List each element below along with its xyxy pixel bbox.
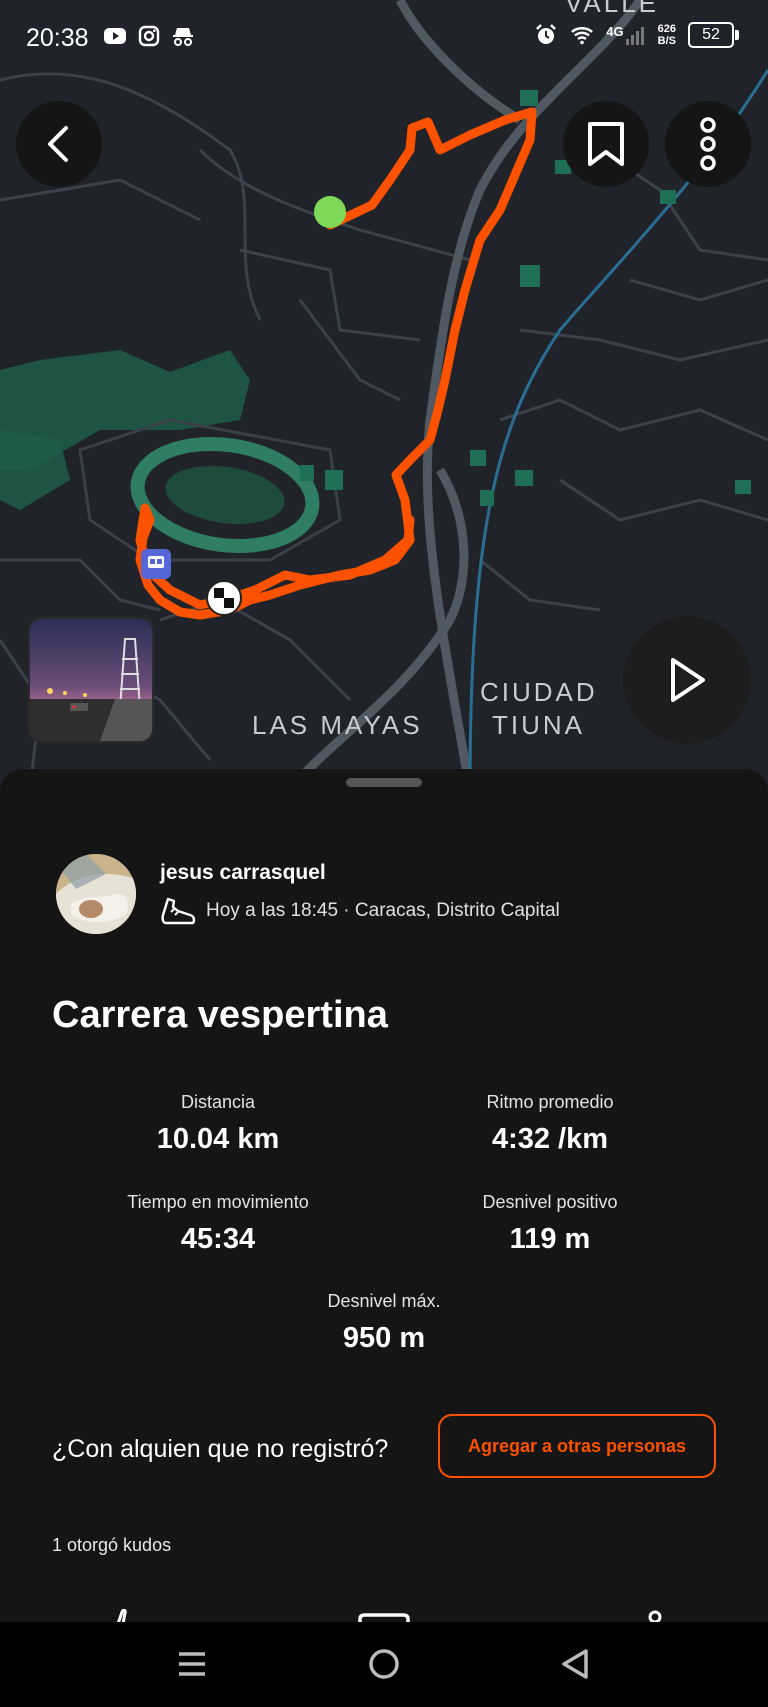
save-route-button[interactable] — [563, 101, 649, 187]
youtube-icon — [104, 28, 126, 44]
system-navigation-bar — [0, 1622, 768, 1707]
stat-label: Tiempo en movimiento — [127, 1192, 309, 1212]
incognito-icon — [173, 28, 193, 46]
battery-indicator: 52 — [688, 22, 739, 48]
instagram-icon — [138, 25, 160, 47]
stat-label: Distancia — [180, 1092, 256, 1112]
kudos-count[interactable]: 1 otorgó kudos — [52, 1535, 171, 1556]
more-options-button[interactable] — [665, 101, 751, 187]
sheet-drag-handle[interactable] — [346, 778, 422, 787]
play-flyover-button[interactable] — [623, 616, 751, 744]
map-label-tiuna: TIUNA — [492, 710, 585, 740]
activity-title: Carrera vespertina — [52, 994, 388, 1036]
stat-label: Ritmo promedio — [486, 1092, 614, 1112]
activity-photo — [30, 619, 152, 741]
stat-pace: Ritmo promedio 4:32 /km — [400, 1092, 700, 1156]
recent-apps-icon[interactable] — [176, 1648, 208, 1680]
stat-moving-time: Tiempo en movimiento 45:34 — [68, 1192, 368, 1256]
home-icon[interactable] — [368, 1648, 400, 1680]
activity-photo-thumbnail[interactable] — [28, 617, 154, 743]
map-label-ciudad: CIUDAD — [480, 677, 598, 707]
stat-max-elevation: Desnivel máx. 950 m — [234, 1291, 534, 1355]
bookmark-icon — [588, 122, 624, 166]
activity-meta: Hoy a las 18:45 · Caracas, Distrito Capi… — [160, 895, 560, 927]
network-type: 4G — [606, 24, 624, 39]
network-speed: 626 B/S — [657, 23, 676, 47]
back-button[interactable] — [16, 101, 102, 187]
start-marker — [314, 196, 346, 228]
alarm-icon — [536, 24, 557, 44]
finish-marker — [206, 580, 242, 616]
stat-distance: Distancia 10.04 km — [68, 1092, 368, 1156]
back-nav-icon[interactable] — [560, 1648, 592, 1680]
avatar[interactable] — [56, 854, 136, 934]
metro-station-icon — [141, 549, 171, 579]
play-icon — [671, 658, 705, 702]
stat-value: 45:34 — [180, 1223, 256, 1255]
activity-map[interactable]: 20:38 4G 626 B/S 52 VALLE LAS MAYAS CIUD… — [0, 0, 768, 790]
athlete-name[interactable]: jesus carrasquel — [160, 861, 326, 885]
running-shoe-icon — [161, 897, 196, 925]
stat-value: 10.04 km — [156, 1123, 280, 1155]
stat-label: Desnivel máx. — [327, 1291, 441, 1311]
activity-datetime-location: Hoy a las 18:45 · Caracas, Distrito Capi… — [206, 900, 560, 921]
status-time: 20:38 — [26, 24, 89, 52]
avatar-photo — [56, 854, 136, 934]
map-label-valle: VALLE — [565, 0, 660, 18]
more-vertical-icon — [700, 117, 716, 171]
map-label-las-mayas: LAS MAYAS — [252, 710, 423, 740]
stat-elevation-gain: Desnivel positivo 119 m — [400, 1192, 700, 1256]
add-other-people-button[interactable]: Agregar a otras personas — [438, 1414, 716, 1478]
wifi-icon — [571, 27, 594, 45]
stat-value: 950 m — [342, 1322, 426, 1354]
stat-value: 4:32 /km — [491, 1123, 609, 1155]
activity-details-sheet: jesus carrasquel Hoy a las 18:45 · Carac… — [0, 769, 768, 1624]
add-people-question: ¿Con alquien que no registró? — [52, 1435, 389, 1463]
signal-icon — [625, 27, 644, 45]
back-arrow-icon — [48, 126, 68, 162]
stat-label: Desnivel positivo — [482, 1192, 618, 1212]
stat-value: 119 m — [509, 1223, 591, 1255]
